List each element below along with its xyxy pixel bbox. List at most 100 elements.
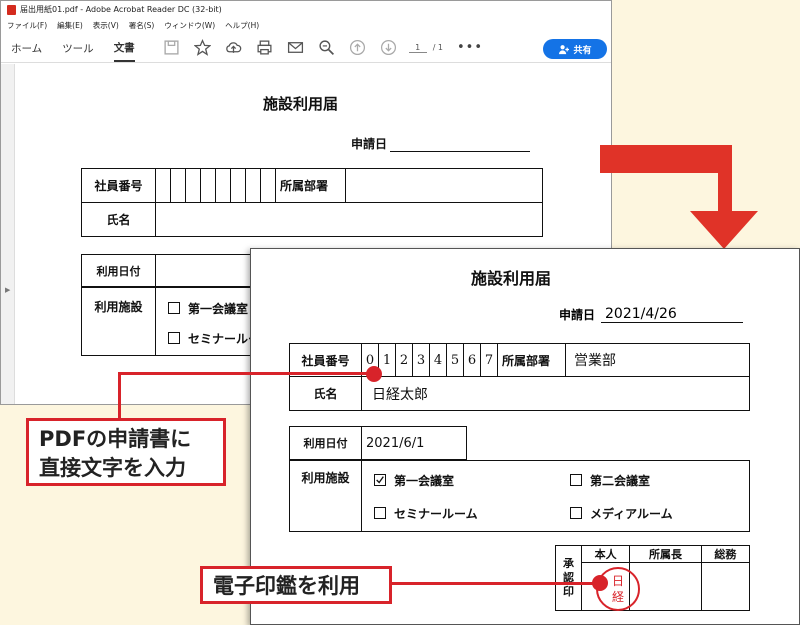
filled-facility-option-1[interactable]: 第一会議室 (374, 465, 570, 498)
page-down-icon[interactable] (380, 39, 397, 56)
menu-sign[interactable]: 署名(S) (129, 18, 155, 33)
add-user-icon (559, 44, 570, 54)
tab-home[interactable]: ホーム (11, 35, 42, 61)
mail-icon[interactable] (287, 39, 304, 56)
upload-cloud-icon[interactable] (225, 39, 242, 56)
employee-digit-cell[interactable]: 7 (480, 343, 498, 377)
filled-facility-table: 利用施設 第一会議室 第二会議室 セミナールーム メディアルーム (289, 460, 750, 532)
department-field[interactable] (345, 168, 543, 203)
checkbox[interactable] (570, 507, 582, 519)
facility-option-label: 第二会議室 (590, 474, 651, 488)
approval-col-self: 本人 (580, 545, 631, 563)
more-options-icon[interactable]: ••• (457, 40, 483, 55)
department-label: 所属部署 (275, 168, 346, 203)
star-icon[interactable] (193, 39, 211, 56)
use-date-field[interactable] (155, 254, 261, 287)
approval-table: 承認印 本人 所属長 総務 (555, 545, 751, 611)
filled-name-label: 氏名 (289, 376, 362, 411)
filled-name-field[interactable]: 日経太郎 (361, 376, 750, 411)
filled-employee-table: 社員番号 0 1 2 3 4 5 6 7 所属部署 営業部 氏名 日経太郎 (289, 343, 750, 411)
seal-callout: 電子印鑑を利用 (200, 566, 392, 604)
menu-window[interactable]: ウィンドウ(W) (164, 18, 215, 33)
filled-facility-option-3[interactable]: セミナールーム (374, 498, 570, 531)
employee-digit-cell[interactable] (155, 168, 171, 203)
employee-digit-cell[interactable] (260, 168, 276, 203)
filled-application-date[interactable]: 申請日 2021/4/26 (559, 306, 744, 323)
employee-digit-cell[interactable]: 5 (446, 343, 464, 377)
employee-digit-cell[interactable] (200, 168, 216, 203)
form-title: 施設利用届 (263, 95, 339, 113)
filled-use-date-label: 利用日付 (289, 426, 362, 460)
filled-facility-label: 利用施設 (289, 460, 362, 532)
employee-digit-cell[interactable]: 4 (429, 343, 447, 377)
title-bar: 届出用紙01.pdf - Adobe Acrobat Reader DC (32… (1, 1, 611, 18)
employee-digit-cell[interactable] (215, 168, 231, 203)
page-total: / 1 (432, 43, 444, 52)
application-date-field[interactable]: 申請日 (351, 135, 531, 152)
menu-help[interactable]: ヘルプ(H) (225, 18, 259, 33)
checkbox[interactable] (570, 474, 582, 486)
name-field[interactable] (155, 202, 543, 237)
window-title: 届出用紙01.pdf - Adobe Acrobat Reader DC (32… (20, 5, 222, 14)
approval-cell-manager[interactable] (629, 562, 702, 611)
application-date-line (390, 138, 531, 152)
filled-use-date-table: 利用日付 2021/6/1 (289, 426, 467, 460)
pdf-file-icon (7, 4, 16, 15)
share-label: 共有 (573, 45, 592, 56)
filled-department-label: 所属部署 (497, 343, 566, 377)
approval-label: 承認印 (555, 545, 582, 611)
employee-digit-cell[interactable] (230, 168, 246, 203)
employee-digit-cell[interactable]: 6 (463, 343, 481, 377)
checked-checkbox[interactable] (374, 474, 386, 486)
page-up-icon[interactable] (349, 39, 366, 56)
callout-dot (366, 366, 382, 382)
print-icon[interactable] (256, 39, 273, 56)
employee-digit-cell[interactable]: 3 (412, 343, 430, 377)
employee-table: 社員番号 所属部署 氏名 (81, 168, 543, 237)
save-icon[interactable] (163, 39, 180, 56)
tab-tools[interactable]: ツール (62, 35, 94, 61)
tab-document[interactable]: 文書 (113, 34, 135, 62)
menu-bar: ファイル(F) 編集(E) 表示(V) 署名(S) ウィンドウ(W) ヘルプ(H… (1, 18, 611, 33)
application-date-label: 申請日 (351, 137, 388, 151)
facility-option-label: セミナールーム (394, 507, 478, 521)
employee-digit-cell[interactable] (245, 168, 261, 203)
facility-option-label: 第一会議室 (188, 302, 249, 316)
callout-connector (118, 372, 121, 418)
employee-digit-cell[interactable]: 2 (395, 343, 413, 377)
checkbox[interactable] (168, 332, 180, 344)
filled-application-date-value: 2021/4/26 (601, 306, 744, 323)
filled-department-field[interactable]: 営業部 (565, 343, 750, 377)
facility-option-label: メディアルーム (590, 507, 673, 521)
employee-digit-cell[interactable] (170, 168, 186, 203)
facility-option-label: 第一会議室 (394, 474, 455, 488)
use-date-label: 利用日付 (81, 254, 156, 287)
page-navigator: 1 / 1 ••• (408, 40, 483, 55)
toolbar: ホーム ツール 文書 1 / 1 ••• 共有 (1, 33, 611, 63)
filled-facility-option-4[interactable]: メディアルーム (570, 498, 673, 531)
employee-no-label: 社員番号 (81, 168, 156, 203)
page-number-input[interactable]: 1 (408, 43, 427, 53)
callout-line: 直接文字を入力 (39, 456, 186, 480)
approval-col-general-affairs: 総務 (700, 545, 751, 563)
checkmark-icon (376, 476, 384, 484)
menu-file[interactable]: ファイル(F) (7, 18, 47, 33)
callout-line: 電子印鑑を利用 (213, 574, 360, 598)
facility-label: 利用施設 (81, 287, 156, 356)
filled-facility-option-2[interactable]: 第二会議室 (570, 465, 650, 498)
share-button[interactable]: 共有 (543, 39, 607, 59)
search-zoom-icon[interactable] (318, 39, 335, 56)
direct-text-callout: PDFの申請書に 直接文字を入力 (26, 418, 226, 486)
checkbox[interactable] (168, 302, 180, 314)
menu-edit[interactable]: 編集(E) (57, 18, 83, 33)
callout-connector (118, 372, 374, 375)
seal-char: 経 (611, 590, 624, 604)
filled-form-title: 施設利用届 (471, 269, 552, 288)
employee-digit-cell[interactable] (185, 168, 201, 203)
expand-panel-arrow-icon[interactable]: ▶ (5, 286, 10, 294)
name-label: 氏名 (81, 202, 156, 237)
filled-use-date-field[interactable]: 2021/6/1 (361, 426, 467, 460)
menu-view[interactable]: 表示(V) (93, 18, 119, 33)
checkbox[interactable] (374, 507, 386, 519)
approval-cell-general-affairs[interactable] (700, 562, 751, 611)
